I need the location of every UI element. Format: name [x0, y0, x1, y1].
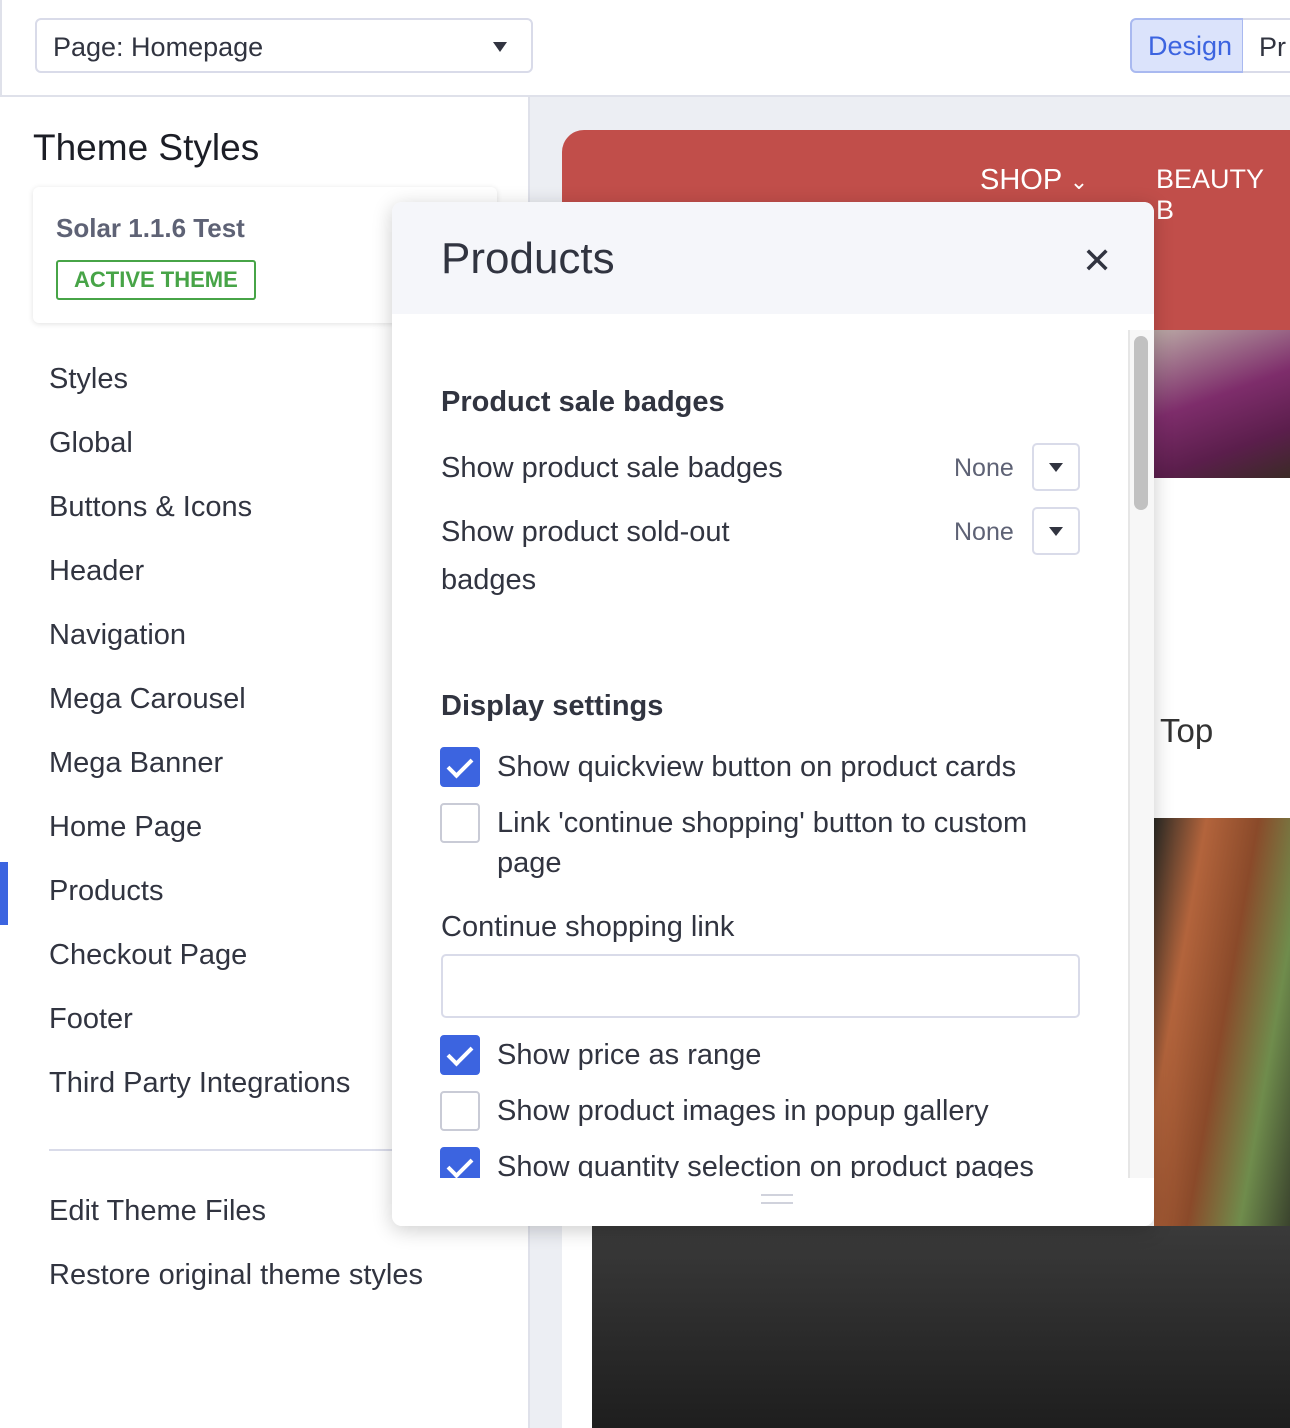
caret-down-icon — [493, 42, 507, 52]
sale-badges-value: None — [954, 454, 1014, 482]
active-theme-badge: ACTIVE THEME — [56, 260, 256, 300]
sidebar-item-styles[interactable]: Styles — [49, 363, 128, 396]
store-nav-beauty[interactable]: BEAUTY B — [1156, 164, 1288, 226]
sale-badges-label: Show product sale badges — [441, 452, 783, 484]
sidebar-item-buttons-icons[interactable]: Buttons & Icons — [49, 491, 252, 524]
store-nav-shop-label: SHOP — [980, 164, 1062, 196]
sidebar-item-global[interactable]: Global — [49, 427, 133, 460]
restore-theme-link[interactable]: Restore original theme styles — [49, 1259, 423, 1292]
modal-body: Product sale badges Show product sale ba… — [392, 314, 1128, 1187]
store-nav-shop[interactable]: SHOP ⌄ — [980, 164, 1088, 197]
checkbox-label: Show quantity selection on product pages — [497, 1147, 1097, 1183]
banner-image — [1154, 330, 1290, 478]
sidebar-item-products[interactable]: Products — [49, 875, 163, 908]
design-button[interactable]: Design — [1130, 18, 1244, 73]
soldout-badges-value: None — [954, 518, 1014, 546]
sidebar-title: Theme Styles — [33, 127, 260, 168]
quickview-checkbox[interactable] — [440, 747, 480, 787]
section-heading: Display settings — [441, 690, 664, 722]
continue-shopping-checkbox[interactable] — [440, 803, 480, 843]
sidebar-item-checkout-page[interactable]: Checkout Page — [49, 939, 247, 972]
edit-theme-files-link[interactable]: Edit Theme Files — [49, 1195, 266, 1228]
resize-grip-icon[interactable] — [761, 1194, 793, 1204]
close-icon[interactable]: ✕ — [1082, 240, 1112, 282]
sidebar-item-navigation[interactable]: Navigation — [49, 619, 186, 652]
checkbox-label: Show price as range — [497, 1039, 762, 1071]
modal-header: Products ✕ — [392, 202, 1154, 314]
continue-shopping-link-input[interactable] — [441, 954, 1080, 1018]
checkbox-label: Show product images in popup gallery — [497, 1095, 989, 1127]
active-indicator — [0, 862, 8, 925]
page-select[interactable]: Page: Homepage — [35, 18, 533, 73]
modal-title: Products — [441, 234, 615, 283]
soldout-badges-label: Show product sold-out badges — [441, 516, 730, 596]
sidebar-item-home-page[interactable]: Home Page — [49, 811, 202, 844]
preview-button[interactable]: Preview — [1243, 18, 1290, 314]
section-heading: Product sale badges — [441, 386, 725, 418]
scrollbar-thumb[interactable] — [1134, 336, 1148, 510]
sidebar-item-mega-carousel[interactable]: Mega Carousel — [49, 683, 246, 716]
sidebar-item-footer[interactable]: Footer — [49, 1003, 133, 1036]
popup-gallery-checkbox[interactable] — [440, 1091, 480, 1131]
price-range-checkbox[interactable] — [440, 1035, 480, 1075]
continue-link-label: Continue shopping link — [441, 911, 735, 943]
product-image — [592, 1226, 1290, 1428]
sidebar-item-third-party[interactable]: Third Party Integrations — [49, 1067, 350, 1100]
top-bar: Page: Homepage Design Preview — [0, 0, 1290, 314]
sidebar-item-mega-banner[interactable]: Mega Banner — [49, 747, 223, 780]
sidebar-item-header[interactable]: Header — [49, 555, 144, 588]
checkbox-label: Show quickview button on product cards — [497, 751, 1017, 783]
modal-footer — [392, 1178, 1128, 1226]
page-select-value: Page: Homepage — [53, 32, 264, 62]
theme-name: Solar 1.1.6 Test — [56, 213, 245, 243]
divider — [49, 1149, 409, 1151]
checkbox-label: Link 'continue shopping' button to custo… — [497, 807, 1028, 879]
soldout-badges-dropdown[interactable] — [1032, 507, 1080, 555]
chevron-down-icon: ⌄ — [1069, 169, 1089, 194]
sale-badges-dropdown[interactable] — [1032, 443, 1080, 491]
products-modal: Products ✕ Product sale badges Show prod… — [392, 202, 1154, 1226]
product-image — [1154, 818, 1290, 1238]
